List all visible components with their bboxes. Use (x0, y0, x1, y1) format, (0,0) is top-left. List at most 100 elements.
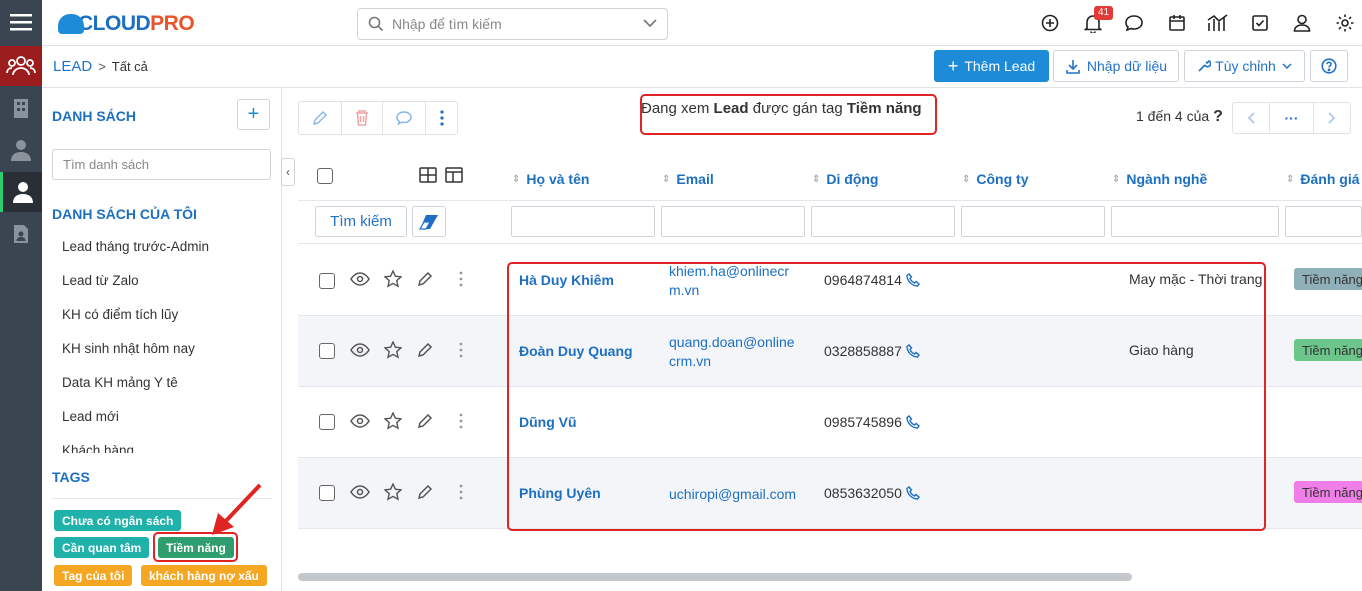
star-icon[interactable] (384, 412, 402, 430)
select-all-checkbox[interactable] (317, 168, 333, 184)
filter-mobile-input[interactable] (811, 206, 955, 237)
help-button[interactable] (1310, 50, 1348, 82)
column-header-rating[interactable]: ⇕ Đánh giá (1286, 171, 1362, 187)
plus-icon: + (947, 55, 959, 76)
columns-icon[interactable] (445, 167, 463, 183)
tag-tag-cua-toi[interactable]: Tag của tôi (54, 565, 133, 586)
filter-company-input[interactable] (961, 206, 1105, 237)
horizontal-scrollbar[interactable] (298, 573, 1132, 581)
prev-page-button[interactable] (1232, 102, 1270, 134)
wrench-icon (1197, 59, 1212, 73)
add-list-button[interactable]: + (237, 99, 270, 130)
sort-icon: ⇕ (512, 173, 521, 185)
menu-icon[interactable] (0, 2, 42, 42)
tag-tiem-nang[interactable]: Tiềm năng (158, 537, 234, 558)
pager-help-icon[interactable]: ? (1213, 108, 1223, 125)
chevron-down-icon[interactable] (643, 18, 657, 28)
person-icon[interactable] (0, 172, 42, 212)
next-page-button[interactable] (1313, 102, 1351, 134)
column-label: Công ty (976, 171, 1029, 187)
filter-email-input[interactable] (661, 206, 805, 237)
tag-chua-co-ngan-sach[interactable]: Chưa có ngân sách (54, 510, 182, 531)
eraser-icon[interactable] (412, 206, 446, 237)
list-item[interactable]: Lead mới (62, 403, 272, 437)
list-item[interactable]: Lead tháng trước-Admin (62, 233, 272, 267)
pencil-icon[interactable] (417, 484, 433, 500)
tag-khach-hang-no-xau[interactable]: khách hàng nợ xấu (141, 565, 267, 586)
comment-button[interactable] (382, 101, 426, 135)
left-nav-bar (0, 0, 42, 591)
users-icon[interactable] (0, 46, 42, 86)
my-lists: Lead tháng trước-Admin Lead từ Zalo KH c… (62, 233, 272, 453)
list-search-input[interactable] (52, 149, 271, 180)
chart-icon[interactable] (1207, 12, 1229, 34)
list-item[interactable]: KH có điểm tích lũy (62, 301, 272, 335)
rating-tag[interactable]: Tiềm năng (1294, 268, 1362, 290)
rating-tag[interactable]: Tiềm năng (1294, 481, 1362, 503)
building-icon[interactable] (0, 88, 42, 128)
search-input[interactable] (392, 16, 632, 32)
column-label: Email (676, 171, 714, 187)
tag-can-quan-tam[interactable]: Cần quan tâm (54, 537, 150, 558)
collapse-panel-button[interactable]: ‹ (281, 158, 295, 186)
grid-view-icon[interactable] (419, 167, 437, 183)
edit-button[interactable] (298, 101, 342, 135)
calendar-icon[interactable] (1166, 12, 1188, 34)
filter-search-button[interactable]: Tìm kiếm (315, 206, 407, 237)
app-logo[interactable]: CLOUDPRO (58, 10, 195, 38)
global-search[interactable] (357, 8, 668, 40)
star-icon[interactable] (384, 270, 402, 288)
chat-icon[interactable] (1123, 12, 1145, 34)
plus-circle-icon[interactable] (1039, 12, 1061, 34)
row-checkbox[interactable] (319, 273, 335, 289)
row-checkbox[interactable] (319, 414, 335, 430)
page-more-button[interactable]: ··· (1269, 102, 1314, 134)
eye-icon[interactable] (350, 414, 370, 428)
my-lists-title: DANH SÁCH CỦA TÔI (52, 206, 197, 222)
kebab-icon[interactable] (459, 484, 463, 500)
top-bar: CLOUDPRO 41 (42, 0, 1362, 46)
filter-name-input[interactable] (511, 206, 655, 237)
customize-button[interactable]: Tùy chỉnh (1184, 50, 1305, 82)
column-header-email[interactable]: ⇕ Email (662, 171, 714, 187)
row-checkbox[interactable] (319, 343, 335, 359)
column-header-mobile[interactable]: ⇕ Di động (812, 171, 879, 187)
star-icon[interactable] (384, 341, 402, 359)
eye-icon[interactable] (350, 485, 370, 499)
task-icon[interactable] (1249, 12, 1271, 34)
pencil-icon[interactable] (417, 342, 433, 358)
list-item[interactable]: Khách hàng (62, 437, 272, 453)
search-icon (368, 16, 384, 32)
pencil-icon[interactable] (417, 271, 433, 287)
eye-icon[interactable] (350, 272, 370, 286)
gear-icon[interactable] (1334, 12, 1356, 34)
breadcrumb-module[interactable]: LEAD (53, 58, 92, 75)
notification-badge: 41 (1094, 6, 1114, 20)
import-button[interactable]: Nhập dữ liệu (1053, 50, 1179, 82)
list-item[interactable]: Lead từ Zalo (62, 267, 272, 301)
breadcrumb-current: Tất cả (111, 59, 148, 74)
column-header-name[interactable]: ⇕ Họ và tên (512, 171, 589, 187)
row-checkbox[interactable] (319, 485, 335, 501)
add-lead-button[interactable]: + Thêm Lead (934, 50, 1049, 82)
kebab-icon[interactable] (459, 342, 463, 358)
filter-row: Tìm kiếm (298, 201, 1362, 244)
star-icon[interactable] (384, 483, 402, 501)
eye-icon[interactable] (350, 343, 370, 357)
list-item[interactable]: KH sinh nhật hôm nay (62, 335, 272, 369)
list-item[interactable]: Data KH mảng Y tê (62, 369, 272, 403)
user-icon[interactable] (1291, 12, 1313, 34)
column-header-industry[interactable]: ⇕ Ngành nghề (1112, 171, 1207, 187)
list-title: DANH SÁCH (52, 108, 136, 124)
filter-rating-input[interactable] (1285, 206, 1362, 237)
document-icon[interactable] (0, 214, 42, 254)
kebab-icon[interactable] (459, 271, 463, 287)
column-header-company[interactable]: ⇕ Công ty (962, 171, 1029, 187)
rating-tag[interactable]: Tiềm năng (1294, 339, 1362, 361)
more-actions-button[interactable] (425, 101, 458, 135)
contact-icon[interactable] (0, 130, 42, 170)
filter-industry-input[interactable] (1111, 206, 1279, 237)
delete-button[interactable] (341, 101, 383, 135)
kebab-icon[interactable] (459, 413, 463, 429)
pencil-icon[interactable] (417, 413, 433, 429)
